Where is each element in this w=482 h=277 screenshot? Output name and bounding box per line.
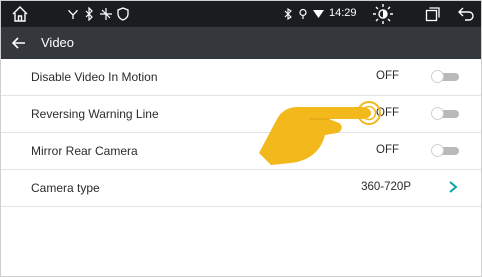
setting-label: Reversing Warning Line bbox=[31, 107, 159, 121]
toggle-switch[interactable] bbox=[431, 107, 461, 121]
bluetooth-small-icon bbox=[283, 8, 293, 20]
screen: 14:29 Video Disable Video In Motion OFF bbox=[0, 0, 482, 277]
brightness-icon[interactable] bbox=[372, 3, 394, 25]
home-icon[interactable] bbox=[11, 5, 29, 23]
back-arrow-icon[interactable] bbox=[11, 35, 27, 51]
toggle-switch[interactable] bbox=[431, 144, 461, 158]
toggle-knob bbox=[431, 144, 444, 157]
chevron-right-icon[interactable] bbox=[447, 180, 459, 194]
location-icon bbox=[99, 7, 113, 21]
setting-reversing-warning-line[interactable]: Reversing Warning Line OFF bbox=[1, 96, 481, 133]
page-title: Video bbox=[41, 35, 75, 50]
setting-camera-type[interactable]: Camera type 360-720P bbox=[1, 170, 481, 207]
bluetooth-icon bbox=[83, 7, 95, 21]
usb-icon bbox=[67, 8, 79, 20]
wifi-icon bbox=[313, 9, 324, 19]
recent-apps-icon[interactable] bbox=[425, 6, 441, 22]
clock: 14:29 bbox=[329, 7, 357, 19]
status-bar: 14:29 bbox=[1, 1, 481, 27]
setting-label: Mirror Rear Camera bbox=[31, 144, 138, 158]
setting-label: Disable Video In Motion bbox=[31, 70, 158, 84]
setting-value: 360-720P bbox=[361, 181, 411, 193]
setting-label: Camera type bbox=[31, 181, 100, 195]
setting-disable-video-in-motion[interactable]: Disable Video In Motion OFF bbox=[1, 59, 481, 96]
setting-value: OFF bbox=[376, 144, 399, 156]
shield-icon bbox=[117, 7, 129, 21]
setting-value: OFF bbox=[376, 70, 399, 82]
toggle-switch[interactable] bbox=[431, 70, 461, 84]
gps-icon bbox=[298, 8, 308, 20]
title-bar: Video bbox=[1, 27, 481, 59]
setting-value: OFF bbox=[376, 107, 399, 119]
toggle-knob bbox=[431, 70, 444, 83]
setting-mirror-rear-camera[interactable]: Mirror Rear Camera OFF bbox=[1, 133, 481, 170]
toggle-knob bbox=[431, 107, 444, 120]
back-arrow-icon[interactable] bbox=[458, 6, 474, 22]
